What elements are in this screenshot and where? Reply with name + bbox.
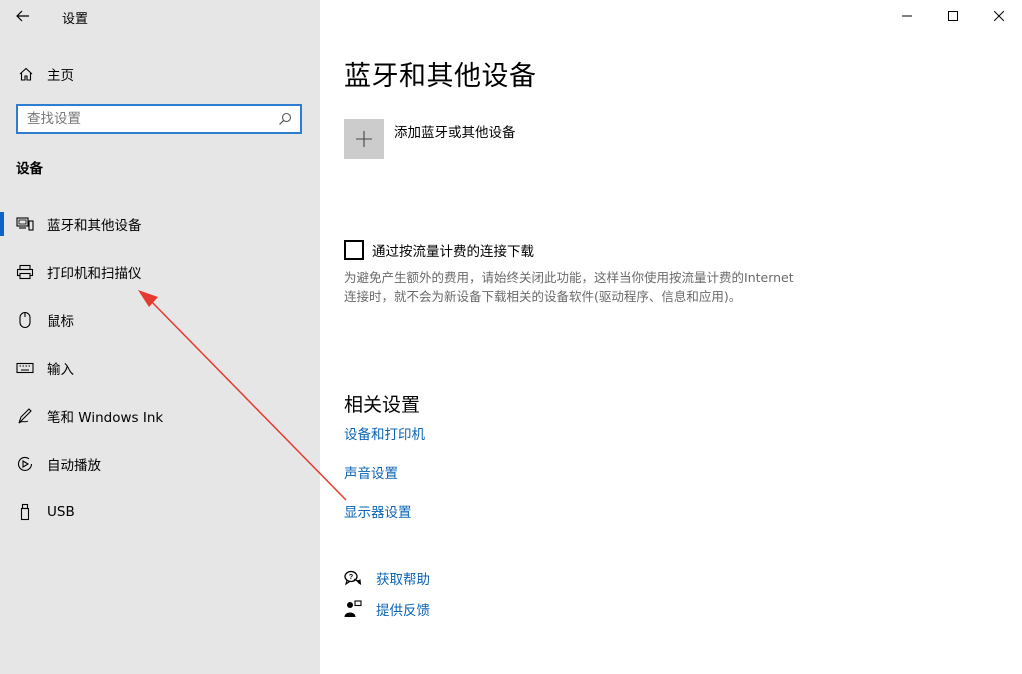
sidebar-item-usb[interactable]: USB bbox=[0, 488, 320, 536]
sidebar-item-label: 自动播放 bbox=[47, 458, 101, 474]
sidebar: 设置 主页 设备 bbox=[0, 0, 320, 674]
sidebar-item-autoplay[interactable]: 自动播放 bbox=[0, 440, 320, 488]
app-title: 设置 bbox=[62, 12, 89, 27]
active-indicator bbox=[0, 500, 4, 524]
page-title: 蓝牙和其他设备 bbox=[344, 61, 537, 92]
get-help-label: 获取帮助 bbox=[376, 572, 430, 588]
sidebar-item-label: 笔和 Windows Ink bbox=[47, 410, 164, 426]
plus-icon bbox=[356, 131, 372, 147]
close-icon bbox=[994, 11, 1004, 21]
mouse-icon bbox=[16, 311, 34, 329]
sidebar-item-pen[interactable]: 笔和 Windows Ink bbox=[0, 392, 320, 440]
add-device-label: 添加蓝牙或其他设备 bbox=[394, 125, 516, 141]
svg-text:?: ? bbox=[349, 574, 353, 581]
home-icon bbox=[17, 65, 35, 83]
related-settings-title: 相关设置 bbox=[344, 394, 421, 416]
link-sound-settings[interactable]: 声音设置 bbox=[344, 462, 398, 482]
feedback-link[interactable]: 提供反馈 bbox=[344, 599, 430, 619]
sidebar-item-label: 蓝牙和其他设备 bbox=[47, 218, 142, 234]
sidebar-item-label: 打印机和扫描仪 bbox=[47, 266, 142, 282]
bluetooth-devices-icon bbox=[16, 215, 34, 233]
link-devices-and-printers[interactable]: 设备和打印机 bbox=[344, 423, 425, 443]
usb-icon bbox=[16, 503, 34, 521]
window-controls bbox=[884, 0, 1022, 32]
metered-description: 为避免产生额外的费用，请始终关闭此功能，这样当你使用按流量计费的Internet… bbox=[344, 270, 794, 304]
close-button[interactable] bbox=[976, 0, 1022, 32]
sidebar-item-label: 主页 bbox=[47, 68, 74, 84]
sidebar-item-label: 鼠标 bbox=[47, 314, 74, 330]
printer-icon bbox=[16, 263, 34, 281]
keyboard-icon bbox=[16, 359, 34, 377]
active-indicator bbox=[0, 308, 4, 332]
add-device-button[interactable]: 添加蓝牙或其他设备 bbox=[344, 119, 516, 159]
settings-window: 设置 主页 设备 bbox=[0, 0, 1022, 674]
add-tile bbox=[344, 119, 384, 159]
sidebar-item-typing[interactable]: 输入 bbox=[0, 344, 320, 392]
maximize-button[interactable] bbox=[930, 0, 976, 32]
sidebar-item-home[interactable]: 主页 bbox=[0, 60, 320, 88]
main-content: 蓝牙和其他设备 添加蓝牙或其他设备 通过按流量计费的连接下载 为避免产生额外的费… bbox=[320, 0, 1022, 674]
search-icon[interactable] bbox=[274, 108, 296, 130]
link-display-settings[interactable]: 显示器设置 bbox=[344, 501, 412, 521]
sidebar-item-mouse[interactable]: 鼠标 bbox=[0, 296, 320, 344]
minimize-button[interactable] bbox=[884, 0, 930, 32]
help-chat-icon: ? bbox=[344, 569, 362, 587]
sidebar-item-bluetooth[interactable]: 蓝牙和其他设备 bbox=[0, 200, 320, 248]
active-indicator bbox=[0, 404, 4, 428]
metered-download-toggle[interactable]: 通过按流量计费的连接下载 bbox=[344, 240, 534, 260]
pen-icon bbox=[16, 407, 34, 425]
feedback-person-icon bbox=[344, 600, 362, 618]
metered-checkbox[interactable] bbox=[344, 240, 364, 260]
sidebar-item-printers[interactable]: 打印机和扫描仪 bbox=[0, 248, 320, 296]
feedback-label: 提供反馈 bbox=[376, 603, 430, 619]
get-help-link[interactable]: ? 获取帮助 bbox=[344, 568, 430, 588]
active-indicator bbox=[0, 356, 4, 380]
sidebar-item-label: 输入 bbox=[47, 362, 74, 378]
sidebar-nav: 蓝牙和其他设备 打印机和扫描仪 鼠标 输入 笔和 Windows Ink 自动播… bbox=[0, 200, 320, 536]
autoplay-icon bbox=[16, 455, 34, 473]
active-indicator bbox=[0, 212, 4, 236]
minimize-icon bbox=[902, 15, 912, 17]
active-indicator bbox=[0, 260, 4, 284]
maximize-icon bbox=[948, 11, 958, 21]
metered-label: 通过按流量计费的连接下载 bbox=[372, 244, 534, 260]
search-box bbox=[16, 104, 302, 134]
back-arrow-icon bbox=[16, 10, 29, 22]
back-button[interactable] bbox=[8, 4, 38, 28]
sidebar-item-label: USB bbox=[47, 504, 75, 520]
search-input[interactable] bbox=[18, 107, 274, 131]
section-title: 设备 bbox=[16, 161, 43, 177]
active-indicator bbox=[0, 452, 4, 476]
